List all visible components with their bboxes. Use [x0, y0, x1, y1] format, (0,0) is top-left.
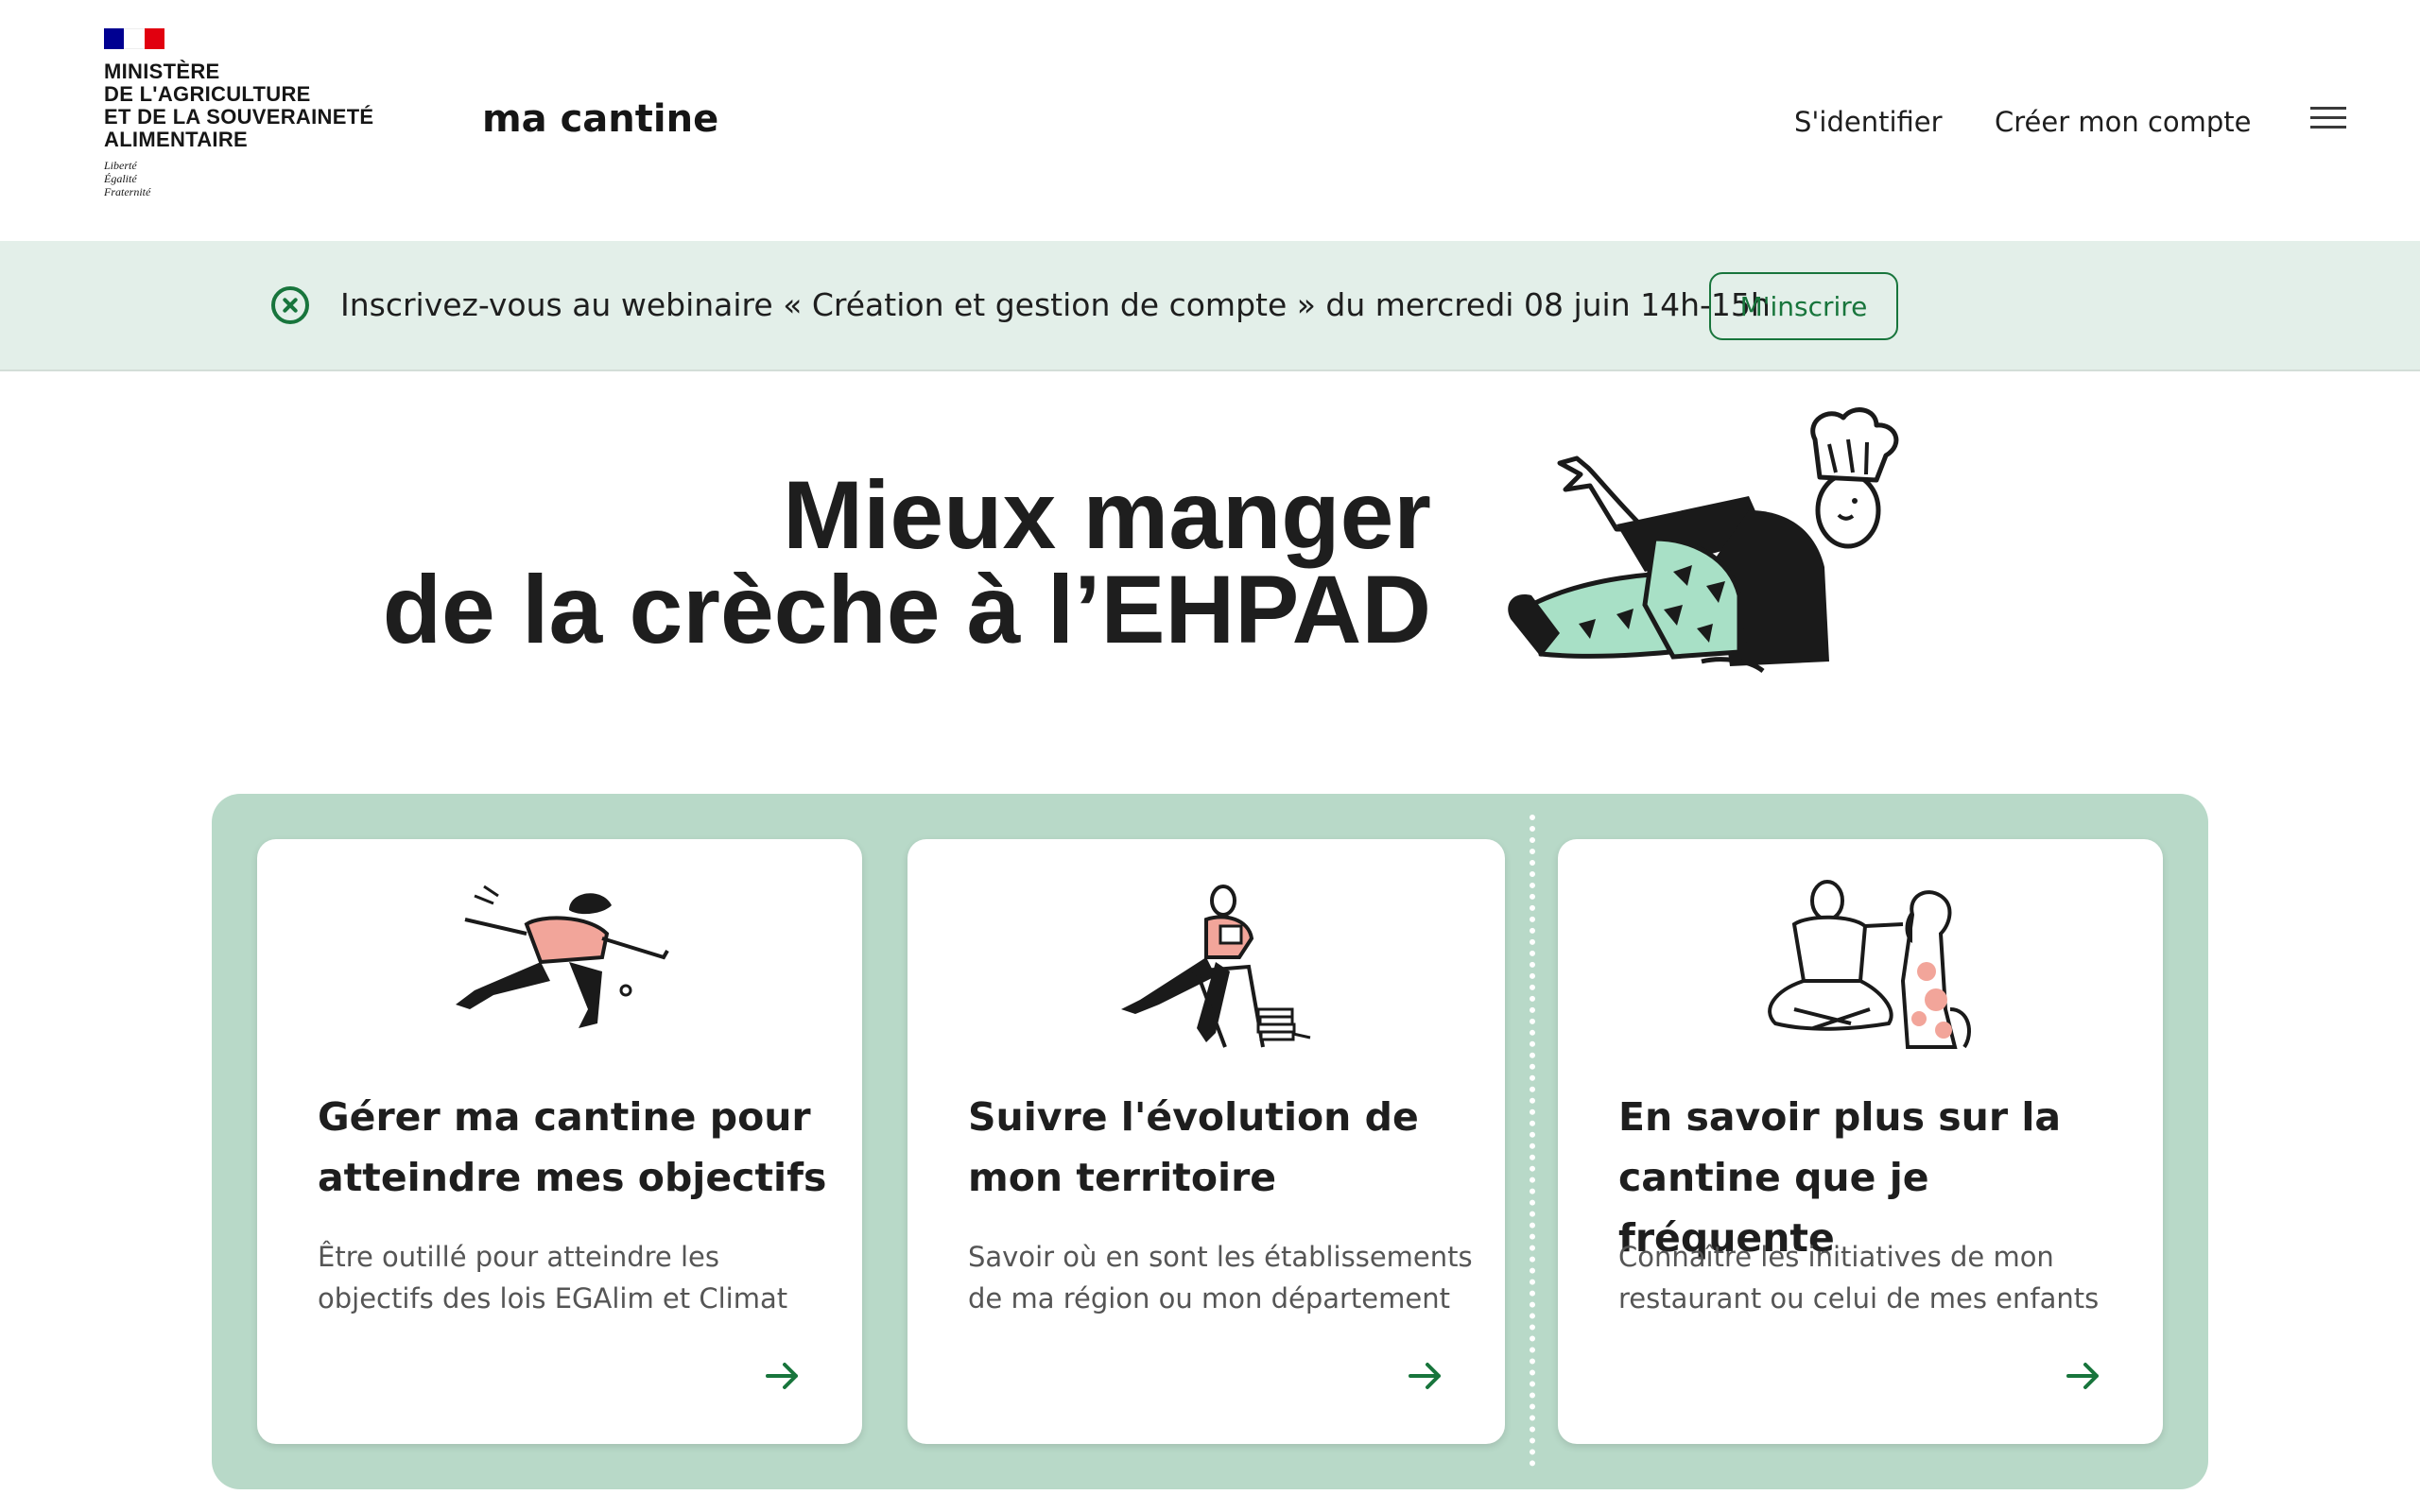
close-circle-icon[interactable]: [271, 286, 309, 324]
card-title: Gérer ma cantine pour atteindre mes obje…: [318, 1094, 827, 1200]
card-follow-territory[interactable]: Suivre l'évolution de mon territoire Sav…: [908, 839, 1505, 1444]
arrow-right-icon[interactable]: [2065, 1357, 2102, 1395]
ministry-name: Ministère de l'Agriculture et de la Souv…: [104, 60, 374, 151]
login-link[interactable]: S'identifier: [1794, 106, 1943, 138]
ministry-logo[interactable]: Ministère de l'Agriculture et de la Souv…: [104, 28, 406, 198]
card-description: Être outillé pour atteindre les objectif…: [318, 1241, 788, 1314]
card-know-canteen[interactable]: En savoir plus sur la cantine que je fré…: [1558, 839, 2163, 1444]
site-header: Ministère de l'Agriculture et de la Souv…: [0, 0, 2420, 241]
chef-sitting-illustration: [1508, 407, 1899, 674]
person-with-dog-illustration: [1768, 880, 1971, 1049]
register-button[interactable]: M'inscrire: [1709, 272, 1898, 340]
hero-title: Mieux manger de la crèche à l’EHPAD: [382, 461, 1431, 663]
card-title: Suivre l'évolution de mon territoire: [968, 1094, 1419, 1200]
banner-message: Inscrivez-vous au webinaire « Création e…: [340, 286, 1771, 323]
create-account-link[interactable]: Créer mon compte: [1995, 106, 2252, 138]
card-description: Savoir où en sont les établissements de …: [968, 1241, 1473, 1314]
card-description: Connaître les initiatives de mon restaur…: [1618, 1241, 2100, 1314]
french-flag-icon: [104, 28, 164, 49]
arrow-right-icon[interactable]: [764, 1357, 802, 1395]
arrow-right-icon[interactable]: [1407, 1357, 1444, 1395]
person-reading-chair-illustration: [1121, 885, 1311, 1048]
card-manage-canteen[interactable]: Gérer ma cantine pour atteindre mes obje…: [257, 839, 862, 1444]
site-name-link[interactable]: ma cantine: [482, 97, 718, 141]
webinar-banner: Inscrivez-vous au webinaire « Création e…: [0, 241, 2420, 371]
republic-motto: Liberté Égalité Fraternité: [104, 159, 151, 198]
panel-divider: [1530, 815, 1535, 1467]
hamburger-menu-icon[interactable]: [2310, 107, 2346, 131]
running-person-illustration: [456, 885, 669, 1028]
